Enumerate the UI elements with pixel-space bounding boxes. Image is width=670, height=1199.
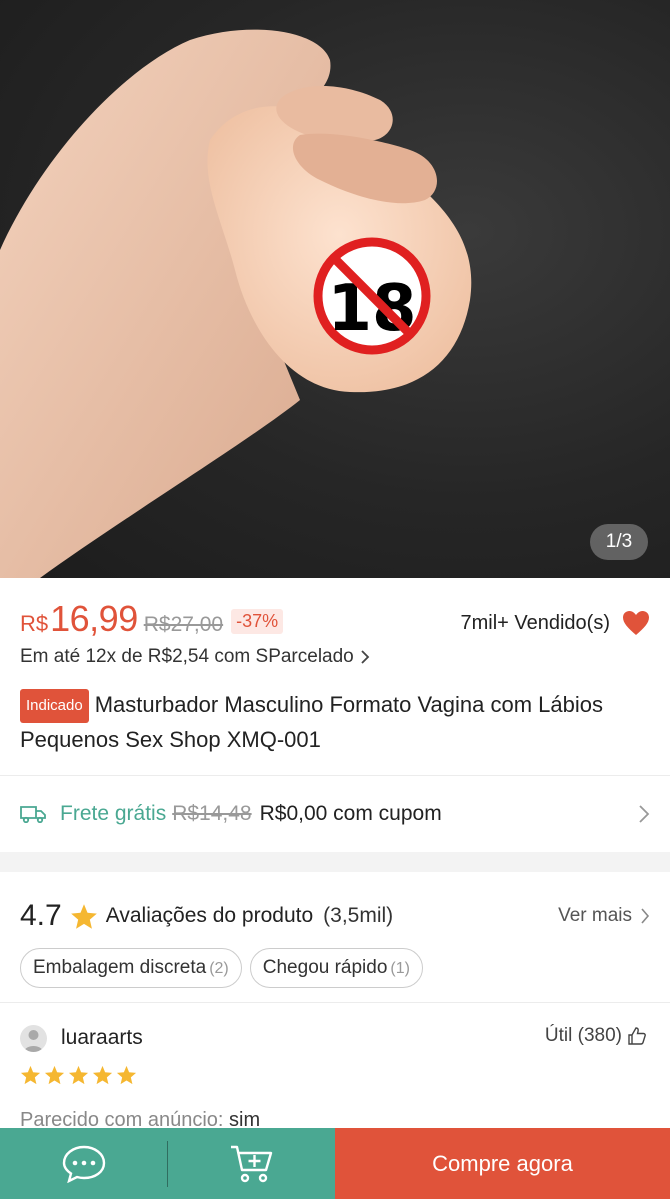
review-tag[interactable]: Chegou rápido (1): [249, 948, 423, 988]
user-avatar-icon: [20, 1024, 47, 1052]
star-icon: [68, 1065, 89, 1085]
tag-label: Chegou rápido: [262, 957, 388, 978]
svg-text:18: 18: [327, 272, 416, 346]
price-section: R$ 16,99 R$27,00 -37% 7mil+ Vendido(s) E…: [0, 578, 670, 755]
product-title-text: Masturbador Masculino Formato Vagina com…: [20, 692, 603, 752]
currency-symbol: R$: [20, 611, 49, 636]
shipping-old-price: R$14,48: [172, 802, 252, 825]
section-gap: [0, 852, 670, 872]
review-tag[interactable]: Embalagem discreta (2): [20, 948, 242, 988]
product-title: Indicado Masturbador Masculino Formato Va…: [20, 689, 650, 755]
reviews-title: Avaliações do produto: [105, 904, 314, 927]
useful-button[interactable]: Útil (380): [545, 1025, 646, 1047]
recommended-badge: Indicado: [20, 689, 89, 723]
review-stars: [20, 1065, 650, 1085]
star-icon: [70, 903, 97, 929]
reviewer-name: luaraarts: [61, 1026, 143, 1049]
chat-icon: [62, 1145, 105, 1183]
sold-count: 7mil+ Vendido(s): [460, 610, 650, 636]
original-price: R$27,00: [143, 613, 224, 636]
sold-label: 7mil+ Vendido(s): [460, 611, 610, 634]
see-more-label: Ver mais: [558, 905, 632, 926]
free-shipping-label: Frete grátis: [60, 802, 167, 825]
installment-info[interactable]: Em até 12x de R$2,54 com SParcelado: [20, 646, 650, 668]
image-page-indicator: 1/3: [590, 524, 648, 560]
add-to-cart-icon: [230, 1145, 272, 1182]
star-icon: [20, 1065, 41, 1085]
chat-button[interactable]: [0, 1128, 167, 1199]
rating-score: 4.7: [20, 899, 62, 932]
star-icon: [44, 1065, 65, 1085]
chevron-right-icon: [361, 650, 370, 664]
discount-badge: -37%: [231, 609, 284, 634]
bottom-left-actions: [0, 1128, 335, 1199]
see-more-reviews-link[interactable]: Ver mais: [558, 905, 650, 927]
current-price: 16,99: [50, 598, 138, 639]
buy-now-button[interactable]: Compre agora: [335, 1128, 670, 1199]
product-photo: 18: [0, 29, 472, 578]
heart-icon[interactable]: [622, 610, 650, 636]
reviews-count: (3,5mil): [323, 904, 394, 927]
shipping-coupon-text: R$0,00 com cupom: [259, 802, 442, 825]
chevron-right-icon: [639, 805, 650, 823]
shipping-row[interactable]: Frete grátis R$14,48 R$0,00 com cupom: [0, 776, 670, 852]
tag-count: (2): [209, 960, 229, 977]
chevron-right-icon: [641, 908, 650, 924]
useful-label: Útil (380): [544, 1025, 622, 1046]
installment-text: Em até 12x de R$2,54 com SParcelado: [20, 646, 354, 667]
thumbs-up-icon: [628, 1027, 646, 1045]
tag-label: Embalagem discreta: [33, 957, 207, 978]
reviews-header: 4.7 Avaliações do produto (3,5mil) Ver m…: [0, 872, 670, 936]
tag-count: (1): [390, 960, 410, 977]
truck-icon: [20, 806, 46, 823]
add-to-cart-button[interactable]: [168, 1128, 335, 1199]
star-icon: [92, 1065, 113, 1085]
review-item: luaraarts Útil (380) Parecido com anúnci…: [0, 1003, 670, 1132]
star-icon: [116, 1065, 137, 1085]
review-tags: Embalagem discreta (2) Chegou rápido (1): [0, 936, 670, 988]
bottom-action-bar: Compre agora: [0, 1128, 670, 1199]
product-image-carousel[interactable]: 18 1/3: [0, 0, 670, 578]
age-restriction-icon: 18: [313, 237, 431, 355]
